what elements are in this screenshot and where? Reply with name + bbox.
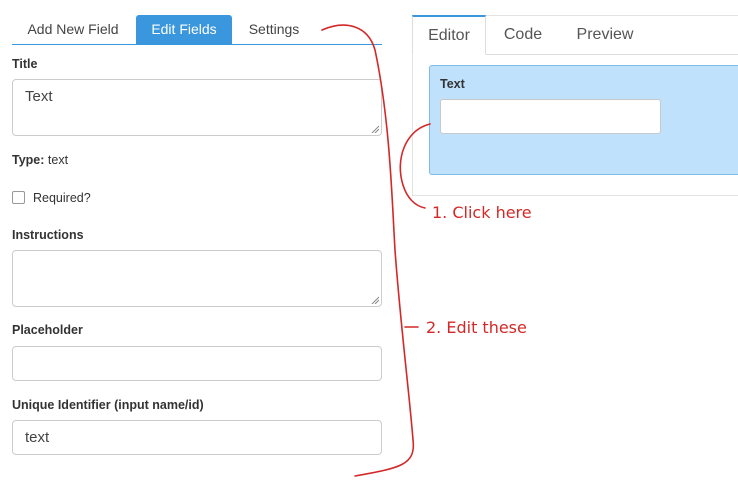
annotation-step-1: 1. Click here: [432, 203, 532, 222]
annotation-arrow-1: [399, 123, 431, 209]
annotation-overlay: [321, 24, 431, 477]
annotation-step-2: 2. Edit these: [426, 318, 527, 337]
annotation-bracket: [321, 24, 415, 477]
